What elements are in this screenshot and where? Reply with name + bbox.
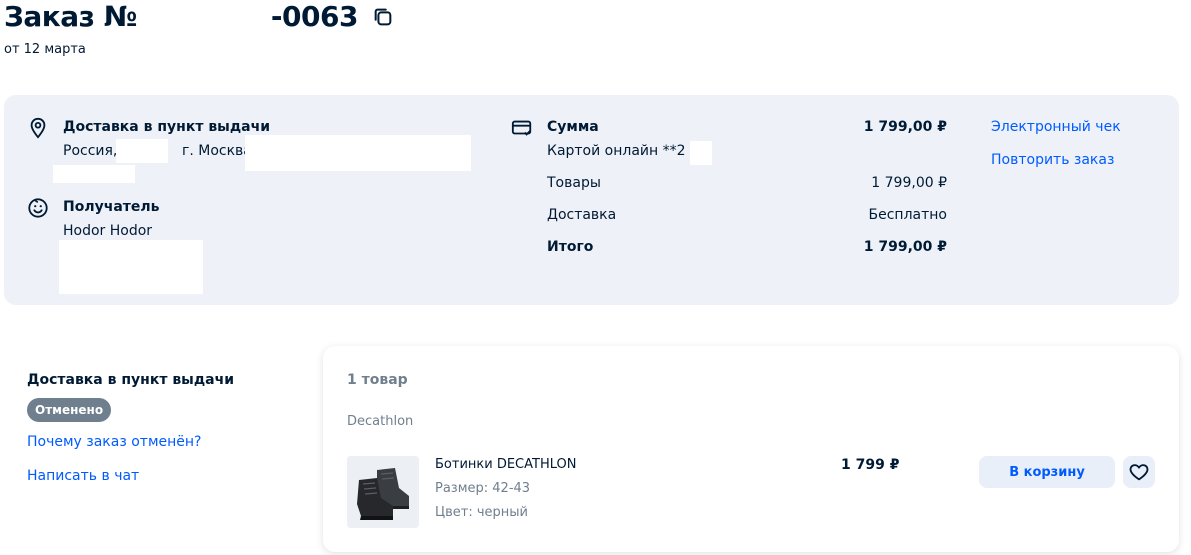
product-color: Цвет: черный [435,505,528,520]
payment-method: Картой онлайн **2 [547,143,686,159]
status-badge: Отменено [27,398,112,422]
goods-value: 1 799,00 ₽ [871,175,947,191]
redacted-area [116,139,168,163]
recipient-name: Hodor Hodor [63,223,153,239]
product-size: Размер: 42-43 [435,481,531,496]
why-cancelled-link[interactable]: Почему заказ отменён? [27,434,201,450]
copy-icon[interactable] [372,6,394,28]
order-title-prefix: Заказ № [4,0,137,33]
redacted-area [53,165,135,183]
location-pin-icon [30,117,46,139]
order-date: от 12 марта [4,42,86,57]
redacted-area [59,240,203,294]
heart-icon [1129,464,1149,481]
shipping-value: Бесплатно [868,207,947,223]
items-count: 1 товар [347,372,408,388]
total-value: 1 799,00 ₽ [863,239,947,255]
boots-image [347,456,419,528]
credit-card-icon [511,120,532,136]
order-number-suffix: -0063 [270,0,359,33]
redacted-area [690,141,712,165]
delivery-title: Доставка в пункт выдачи [63,119,271,135]
order-info-panel: Доставка в пункт выдачи Россия, г. Москв… [4,95,1179,305]
total-label: Итого [547,239,594,255]
recipient-title: Получатель [63,199,160,215]
order-page: Заказ № -0063 от 12 марта Доставка в пун… [0,0,1191,555]
payment-title: Сумма [547,119,599,135]
product-image[interactable] [347,456,419,528]
smiley-face-icon [28,198,48,218]
shipping-label: Доставка [547,207,617,223]
order-title: Заказ № -0063 [4,0,394,33]
payment-total-top: 1 799,00 ₽ [863,119,947,135]
shipment-card: 1 товар Decathlon Ботинки DECATHLON Разм… [323,346,1179,552]
goods-label: Товары [547,175,601,191]
e-receipt-link[interactable]: Электронный чек [991,119,1121,135]
repeat-order-link[interactable]: Повторить заказ [991,152,1114,168]
product-price: 1 799 ₽ [841,457,900,473]
seller-name[interactable]: Decathlon [347,414,413,429]
add-to-cart-button[interactable]: В корзину [979,456,1115,488]
write-to-chat-link[interactable]: Написать в чат [27,468,139,484]
delivery-country: Россия, [63,143,118,159]
shipment-title: Доставка в пункт выдачи [27,372,235,388]
redacted-area [245,135,471,171]
product-name[interactable]: Ботинки DECATHLON [435,457,576,472]
redacted-area [136,1,271,32]
favorite-button[interactable] [1123,456,1155,488]
